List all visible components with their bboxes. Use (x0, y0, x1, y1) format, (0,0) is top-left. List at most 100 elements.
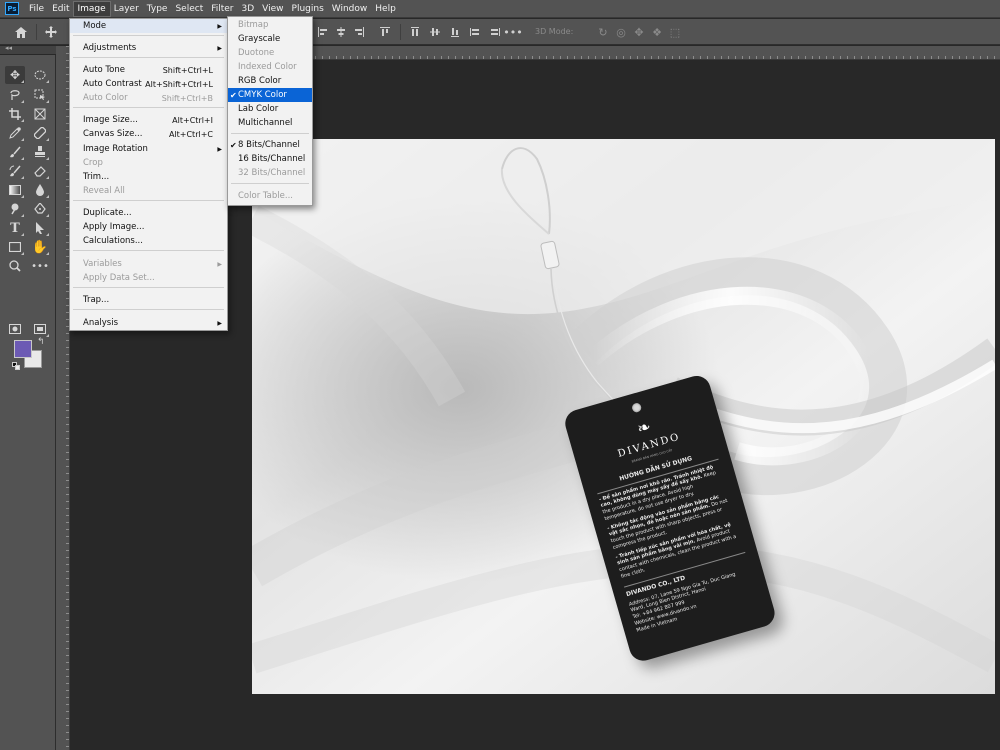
mode-32-bits[interactable]: 32 Bits/Channel (228, 166, 312, 180)
menu-bar: Ps File Edit Image Layer Type Select Fil… (0, 0, 1000, 18)
dodge-tool-icon[interactable] (5, 200, 25, 218)
mode-duotone[interactable]: Duotone (228, 46, 312, 60)
default-colors-icon[interactable] (12, 362, 20, 370)
3d-pan-icon[interactable]: ✥ (632, 23, 646, 41)
mode-bitmap[interactable]: Bitmap (228, 18, 312, 32)
menu-help[interactable]: Help (371, 2, 400, 16)
collapse-toolbar-icon[interactable]: ◂◂ (5, 44, 12, 52)
menu-item-apply-data-set[interactable]: Apply Data Set... (70, 271, 227, 285)
menu-item-apply-image[interactable]: Apply Image... (70, 220, 227, 234)
toolbox: ✥ T ✋ ••• ↰ (0, 55, 56, 750)
3d-roll-icon[interactable]: ◎ (614, 23, 628, 41)
menu-edit[interactable]: Edit (48, 2, 73, 16)
menu-item-canvas-size[interactable]: Canvas Size... Alt+Ctrl+C (70, 127, 227, 141)
mode-cmyk-color[interactable]: ✔ CMYK Color (228, 88, 312, 102)
mode-color-table[interactable]: Color Table... (228, 189, 312, 203)
menu-item-auto-color[interactable]: Auto Color Shift+Ctrl+B (70, 91, 227, 105)
distribute-top-icon[interactable] (408, 23, 422, 41)
menu-item-image-size[interactable]: Image Size... Alt+Ctrl+I (70, 113, 227, 127)
submenu-arrow-icon: ▶ (217, 260, 222, 268)
menu-item-analysis[interactable]: Analysis ▶ (70, 316, 227, 330)
marquee-tool-icon[interactable] (30, 66, 50, 84)
home-icon[interactable] (12, 23, 30, 41)
move-tool-icon[interactable] (42, 23, 60, 41)
document-image[interactable]: ❧ DIVANDO BRAND BÁN HÀNG CAO CẤP HƯỚNG D… (252, 139, 995, 694)
object-selection-tool-icon[interactable] (30, 86, 50, 104)
photoshop-window: Ps File Edit Image Layer Type Select Fil… (0, 0, 1000, 750)
3d-orbit-icon[interactable]: ↻ (596, 23, 610, 41)
menu-item-crop[interactable]: Crop (70, 156, 227, 170)
path-selection-tool-icon[interactable] (30, 219, 50, 237)
move-tool-icon[interactable]: ✥ (5, 66, 25, 84)
mode-grayscale[interactable]: Grayscale (228, 32, 312, 46)
pen-tool-icon[interactable] (30, 200, 50, 218)
mode-multichannel[interactable]: Multichannel (228, 116, 312, 130)
eraser-tool-icon[interactable] (30, 162, 50, 180)
distribute-bottom-icon[interactable] (448, 23, 462, 41)
align-right-icon[interactable] (352, 23, 366, 41)
quick-mask-icon[interactable] (5, 320, 25, 338)
mode-submenu: Bitmap Grayscale Duotone Indexed Color R… (227, 16, 313, 206)
menu-view[interactable]: View (258, 2, 287, 16)
menu-item-duplicate[interactable]: Duplicate... (70, 206, 227, 220)
align-top-icon[interactable] (378, 23, 392, 41)
edit-toolbar-icon[interactable]: ••• (30, 257, 50, 275)
mode-16-bits[interactable]: 16 Bits/Channel (228, 152, 312, 166)
menu-filter[interactable]: Filter (207, 2, 237, 16)
hand-tool-icon[interactable]: ✋ (30, 238, 50, 256)
menu-item-auto-contrast[interactable]: Auto Contrast Alt+Shift+Ctrl+L (70, 77, 227, 91)
menu-item-adjustments[interactable]: Adjustments ▶ (70, 41, 227, 55)
foreground-color-swatch[interactable] (14, 340, 32, 358)
clone-stamp-tool-icon[interactable] (30, 143, 50, 161)
type-tool-icon[interactable]: T (5, 219, 25, 237)
swap-colors-icon[interactable]: ↰ (37, 337, 45, 347)
menu-window[interactable]: Window (328, 2, 372, 16)
healing-brush-tool-icon[interactable] (30, 124, 50, 142)
menu-layer[interactable]: Layer (110, 2, 143, 16)
mode-lab-color[interactable]: Lab Color (228, 102, 312, 116)
menu-plugins[interactable]: Plugins (288, 2, 328, 16)
zoom-tool-icon[interactable] (5, 257, 25, 275)
brush-tool-icon[interactable] (5, 143, 25, 161)
screen-mode-icon[interactable] (30, 320, 50, 338)
menu-item-variables[interactable]: Variables ▶ (70, 257, 227, 271)
menu-type[interactable]: Type (143, 2, 172, 16)
menu-item-image-rotation[interactable]: Image Rotation ▶ (70, 142, 227, 156)
menu-item-mode[interactable]: Mode ▶ (70, 19, 227, 33)
3d-scale-icon[interactable]: ⬚ (668, 23, 682, 41)
menu-file[interactable]: File (25, 2, 48, 16)
checkmark-icon: ✔ (230, 140, 237, 150)
lasso-tool-icon[interactable] (5, 86, 25, 104)
crop-tool-icon[interactable] (5, 105, 25, 123)
vertical-ruler[interactable] (56, 46, 70, 750)
menu-3d[interactable]: 3D (238, 2, 259, 16)
frame-tool-icon[interactable] (30, 105, 50, 123)
menu-select[interactable]: Select (171, 2, 207, 16)
submenu-arrow-icon: ▶ (217, 145, 222, 153)
align-left-icon[interactable] (316, 23, 330, 41)
rectangle-tool-icon[interactable] (5, 238, 25, 256)
menu-item-trap[interactable]: Trap... (70, 293, 227, 307)
3d-slide-icon[interactable]: ❖ (650, 23, 664, 41)
menu-item-calculations[interactable]: Calculations... (70, 234, 227, 248)
gradient-tool-icon[interactable] (5, 181, 25, 199)
menu-item-auto-tone[interactable]: Auto Tone Shift+Ctrl+L (70, 63, 227, 77)
distribute-middle-icon[interactable] (428, 23, 442, 41)
photoshop-logo-icon: Ps (5, 2, 19, 15)
submenu-arrow-icon: ▶ (217, 44, 222, 52)
image-menu-dropdown: Mode ▶ Adjustments ▶ Auto Tone Shift+Ctrl+L… (69, 18, 228, 331)
distribute-left-icon[interactable] (468, 23, 482, 41)
mode-rgb-color[interactable]: RGB Color (228, 74, 312, 88)
mode-8-bits[interactable]: ✔ 8 Bits/Channel (228, 138, 312, 152)
eyedropper-tool-icon[interactable] (5, 124, 25, 142)
more-options-icon[interactable]: ••• (503, 23, 522, 41)
menu-item-reveal-all[interactable]: Reveal All (70, 184, 227, 198)
history-brush-tool-icon[interactable] (5, 162, 25, 180)
menu-item-trim[interactable]: Trim... (70, 170, 227, 184)
distribute-right-icon[interactable] (488, 23, 502, 41)
align-center-icon[interactable] (334, 23, 348, 41)
menu-image[interactable]: Image (72, 0, 111, 17)
3d-mode-label: 3D Mode: (535, 27, 574, 36)
mode-indexed-color[interactable]: Indexed Color (228, 60, 312, 74)
blur-tool-icon[interactable] (30, 181, 50, 199)
